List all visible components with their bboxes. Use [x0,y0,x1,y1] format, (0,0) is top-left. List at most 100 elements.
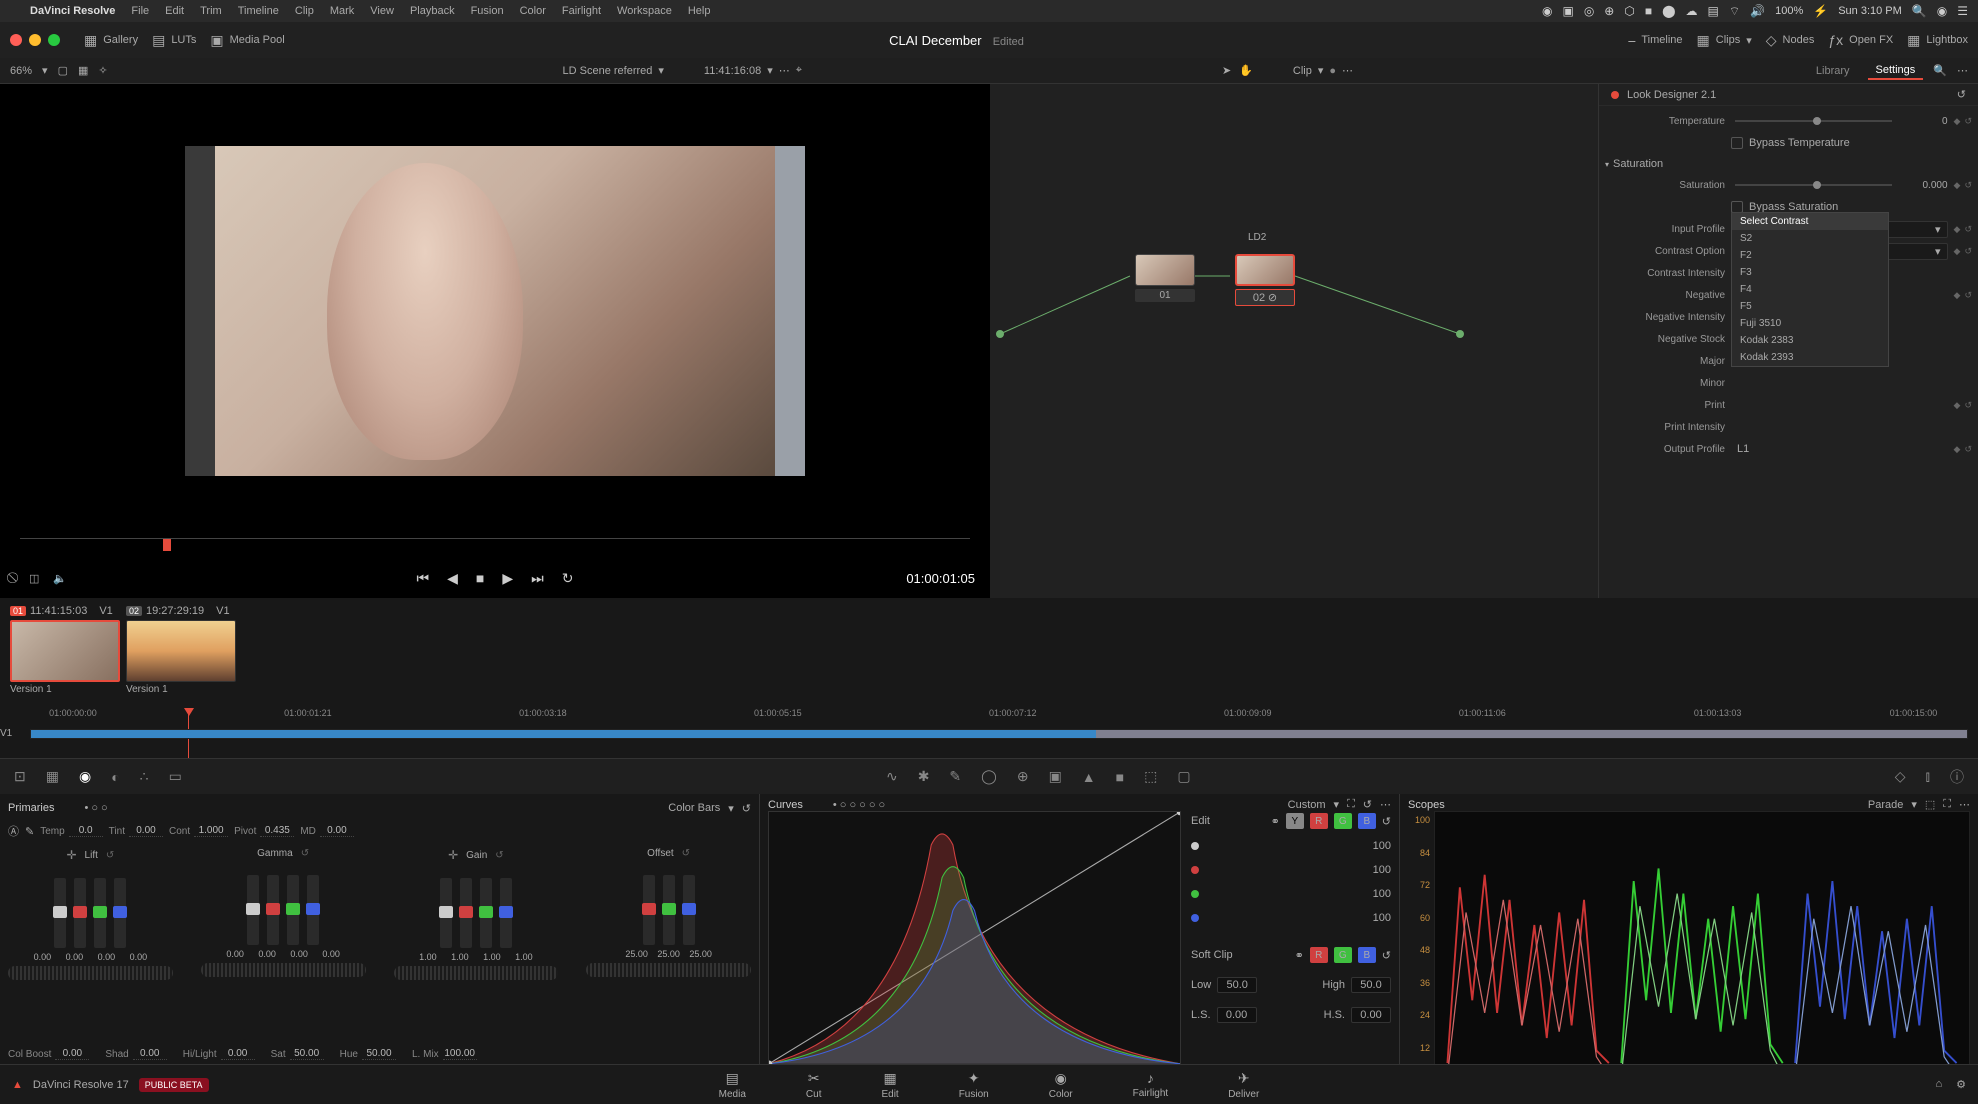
contrast-option-dropdown[interactable]: Select Contrast S2 F2 F3 F4 F5 Fuji 3510… [1731,212,1889,367]
curve-graph[interactable] [768,811,1181,1065]
chevron-down-icon[interactable]: ▾ [1334,798,1340,811]
split-icon[interactable]: ◫ [29,572,39,585]
offset-b-bar[interactable] [683,875,695,945]
lift-b-val[interactable]: 0.00 [124,952,152,962]
temperature-slider[interactable] [1735,120,1892,122]
menu-trim[interactable]: Trim [200,5,222,17]
tray-icon[interactable]: ⬤ [1662,4,1675,18]
menu-playback[interactable]: Playback [410,5,455,17]
video-track[interactable] [30,729,1968,739]
search-icon[interactable]: 🔍 [1933,64,1947,77]
gamma-r-val[interactable]: 0.00 [253,949,281,959]
options-icon[interactable]: ⋯ [1342,64,1353,77]
menu-workspace[interactable]: Workspace [617,5,672,17]
mediapool-button[interactable]: ▣Media Pool [210,32,284,49]
curves-tool-icon[interactable]: ∿ [886,768,898,785]
deliver-page-tab[interactable]: ✈Deliver [1228,1070,1259,1100]
dropdown-item[interactable]: Kodak 2393 [1732,349,1888,366]
parade-scope[interactable] [1434,811,1970,1089]
home-icon[interactable]: ⌂ [1935,1078,1942,1091]
lift-y-val[interactable]: 0.00 [28,952,56,962]
primaries-mode[interactable]: Color Bars [668,802,720,814]
reticle-icon[interactable]: ⌖ [796,64,802,77]
tint-value[interactable]: 0.00 [129,825,163,837]
wifi-icon[interactable]: ⌔ [1729,4,1740,19]
dropdown-item[interactable]: Kodak 2383 [1732,332,1888,349]
crosshair-icon[interactable]: ✛ [66,848,76,862]
timeline-ruler[interactable]: 01:00:00:00 01:00:01:21 01:00:03:18 01:0… [10,708,1968,726]
tray-icon[interactable]: ⬡ [1624,4,1634,18]
app-name[interactable]: DaVinci Resolve [30,5,115,17]
tray-icon[interactable]: ◎ [1584,4,1594,18]
tracker-icon[interactable]: ⊕ [1017,768,1029,785]
battery-percent[interactable]: 100% [1775,5,1803,17]
offset-b-val[interactable]: 25.00 [687,949,715,959]
lift-y-bar[interactable] [54,878,66,948]
lift-dial[interactable] [8,966,173,980]
channel-b-button[interactable]: B [1358,813,1376,829]
reset-icon[interactable]: ↺ [495,850,503,861]
saturation-value[interactable]: 0.000 [1902,180,1948,191]
reset-icon[interactable]: ↺ [1964,116,1972,127]
clip-mode-label[interactable]: Clip [1293,65,1312,77]
cut-page-tab[interactable]: ✂Cut [806,1070,822,1100]
stop-button[interactable]: ■ [476,570,484,586]
motion-effects-icon[interactable]: ▭ [169,768,182,785]
dropdown-item[interactable]: F4 [1732,281,1888,298]
reset-icon[interactable]: ↺ [742,802,751,815]
gamma-y-bar[interactable] [247,875,259,945]
dropdown-item[interactable]: S2 [1732,230,1888,247]
reset-icon[interactable]: ↺ [1964,180,1972,191]
intensity-g-value[interactable]: 100 [1351,888,1391,900]
options-icon[interactable]: ⋯ [1959,798,1970,811]
channel-g-button[interactable]: G [1334,813,1352,829]
gain-y-bar[interactable] [440,878,452,948]
fairlight-page-tab[interactable]: ♪Fairlight [1133,1070,1169,1099]
curves-mode[interactable]: Custom [1288,799,1326,811]
clip-thumbnail[interactable] [126,620,236,682]
lift-r-val[interactable]: 0.00 [60,952,88,962]
chevron-down-icon[interactable]: ▾ [42,64,48,77]
contrast-value[interactable]: 1.000 [194,825,228,837]
keyframe-icon[interactable]: ◆ [1954,400,1961,411]
gamma-g-bar[interactable] [287,875,299,945]
reset-icon[interactable]: ↺ [682,848,690,859]
reset-icon[interactable]: ↺ [1964,444,1972,455]
view-opt-icon[interactable]: ▢ [58,64,68,77]
high-value[interactable]: 50.0 [1351,977,1391,993]
gamma-y-val[interactable]: 0.00 [221,949,249,959]
intensity-y-value[interactable]: 100 [1351,840,1391,852]
lightbox-button[interactable]: ▦Lightbox [1907,32,1968,49]
lift-g-val[interactable]: 0.00 [92,952,120,962]
color-match-icon[interactable]: ▦ [46,768,59,785]
chevron-down-icon[interactable]: ▾ [728,802,734,815]
gain-r-val[interactable]: 1.00 [446,952,474,962]
mute-icon[interactable]: 🔈 [53,572,67,585]
intensity-b-value[interactable]: 100 [1351,912,1391,924]
reset-icon[interactable]: ↺ [1363,798,1372,811]
chevron-down-icon[interactable]: ▾ [1318,64,1324,77]
keyframes-icon[interactable]: ◇ [1895,768,1906,785]
viewer-scrubber[interactable] [20,538,970,558]
color-space-icon[interactable]: ⬚ [1925,798,1935,811]
gallery-button[interactable]: ▦Gallery [84,32,138,49]
intensity-r-value[interactable]: 100 [1351,864,1391,876]
window-icon[interactable]: ◯ [981,768,997,785]
crosshair-icon[interactable]: ✛ [448,848,458,862]
channel-r-button[interactable]: R [1310,947,1328,963]
keyframe-icon[interactable]: ◆ [1954,290,1961,301]
menu-help[interactable]: Help [688,5,711,17]
play-button[interactable]: ▶ [502,570,513,587]
temp-value[interactable]: 0.0 [69,825,103,837]
keyframe-icon[interactable]: ◆ [1954,116,1961,127]
plugin-header[interactable]: Look Designer 2.1 ↺ [1599,84,1978,106]
dropdown-item[interactable]: Fuji 3510 [1732,315,1888,332]
gain-y-val[interactable]: 1.00 [414,952,442,962]
color-page-tab[interactable]: ◉Color [1049,1070,1073,1100]
channel-g-button[interactable]: G [1334,947,1352,963]
fusion-page-tab[interactable]: ✦Fusion [959,1070,989,1100]
blur-icon[interactable]: ▲ [1082,769,1096,785]
warper-icon[interactable]: ✱ [918,768,930,785]
md-value[interactable]: 0.00 [320,825,354,837]
link-icon[interactable]: ⚭ [1295,949,1304,962]
